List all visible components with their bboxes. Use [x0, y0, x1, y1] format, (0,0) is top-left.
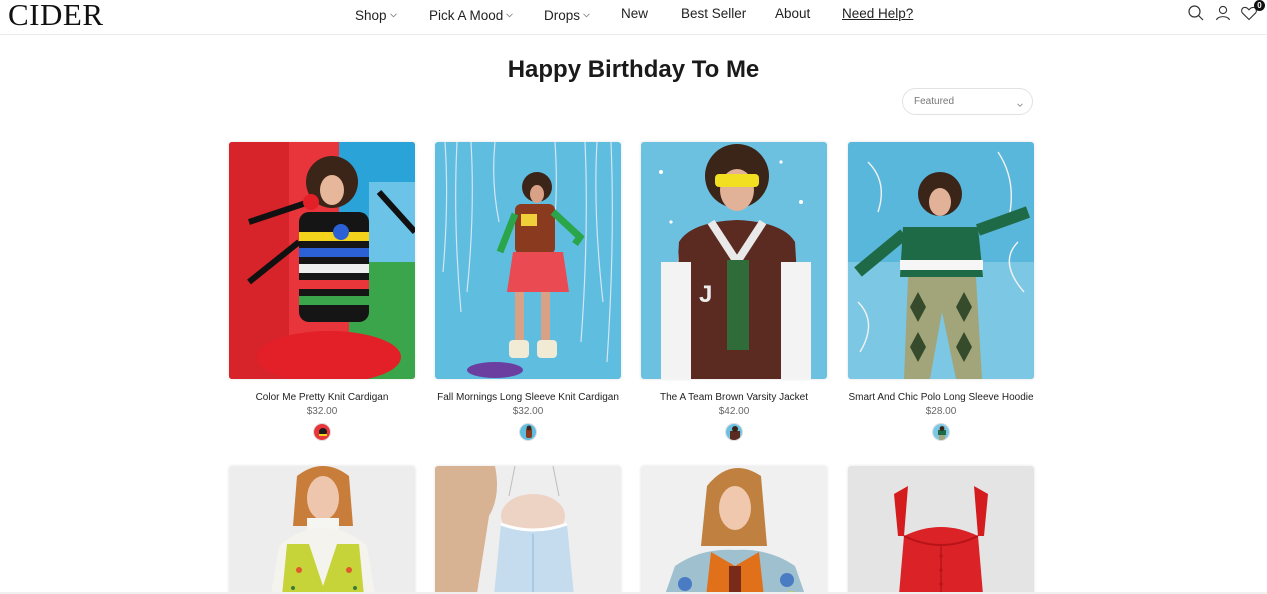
product-name[interactable]: Fall Mornings Long Sleeve Knit Cardigan [415, 392, 641, 403]
nav-need-help-label: Need Help? [842, 6, 914, 21]
nav-best-seller[interactable]: Best Seller [681, 6, 746, 21]
product-price: $32.00 [306, 406, 338, 417]
product-image[interactable]: J [641, 142, 827, 379]
svg-text:J: J [699, 281, 712, 308]
product-image[interactable] [435, 466, 621, 594]
nav-need-help[interactable]: Need Help? [842, 6, 913, 21]
wishlist-icon[interactable]: 0 [1240, 0, 1265, 24]
product-image[interactable] [848, 466, 1034, 594]
product-name[interactable]: The A Team Brown Varsity Jacket [621, 392, 847, 403]
nav-best-seller-label: Best Seller [681, 6, 747, 21]
nav-new[interactable]: New [621, 6, 648, 21]
product-price: $28.00 [925, 406, 957, 417]
nav-shop-label: Shop [355, 8, 387, 23]
site-header: CIDER Shop Pick A Mood Drops New Best Se… [0, 0, 1267, 35]
sort-selected-value: Featured [914, 96, 955, 107]
chevron-down-icon [1016, 96, 1024, 114]
nav-pick-a-mood[interactable]: Pick A Mood [429, 6, 514, 23]
product-image[interactable] [641, 466, 827, 594]
product-name[interactable]: Color Me Pretty Knit Cardigan [209, 392, 435, 403]
search-icon[interactable] [1187, 4, 1207, 24]
product-image[interactable] [229, 466, 415, 594]
product-price: $42.00 [718, 406, 750, 417]
nav-pick-a-mood-label: Pick A Mood [429, 8, 504, 23]
chevron-down-icon [583, 6, 590, 21]
chevron-down-icon [506, 6, 514, 21]
nav-new-label: New [621, 6, 649, 21]
sort-select[interactable]: Featured [902, 88, 1033, 115]
nav-drops[interactable]: Drops [544, 6, 590, 23]
header-icons: 0 0 [1147, 0, 1267, 28]
main-nav: Shop Pick A Mood Drops New Best Seller A… [0, 0, 1267, 28]
product-image[interactable] [435, 142, 621, 379]
page-title: Happy Birthday To Me [507, 56, 760, 83]
wishlist-count-badge: 0 [1254, 0, 1265, 11]
color-swatch[interactable] [519, 423, 537, 441]
color-swatch[interactable] [725, 423, 743, 441]
product-name[interactable]: Smart And Chic Polo Long Sleeve Hoodie [828, 392, 1054, 403]
nav-shop[interactable]: Shop [355, 6, 397, 23]
product-price: $32.00 [512, 406, 544, 417]
nav-about[interactable]: About [775, 6, 810, 21]
nav-about-label: About [775, 6, 811, 21]
product-image[interactable] [229, 142, 415, 379]
account-icon[interactable] [1214, 4, 1234, 24]
nav-drops-label: Drops [544, 8, 581, 23]
product-image[interactable] [848, 142, 1034, 379]
color-swatch[interactable] [313, 423, 331, 441]
color-swatch[interactable] [932, 423, 950, 441]
chevron-down-icon [389, 6, 397, 21]
